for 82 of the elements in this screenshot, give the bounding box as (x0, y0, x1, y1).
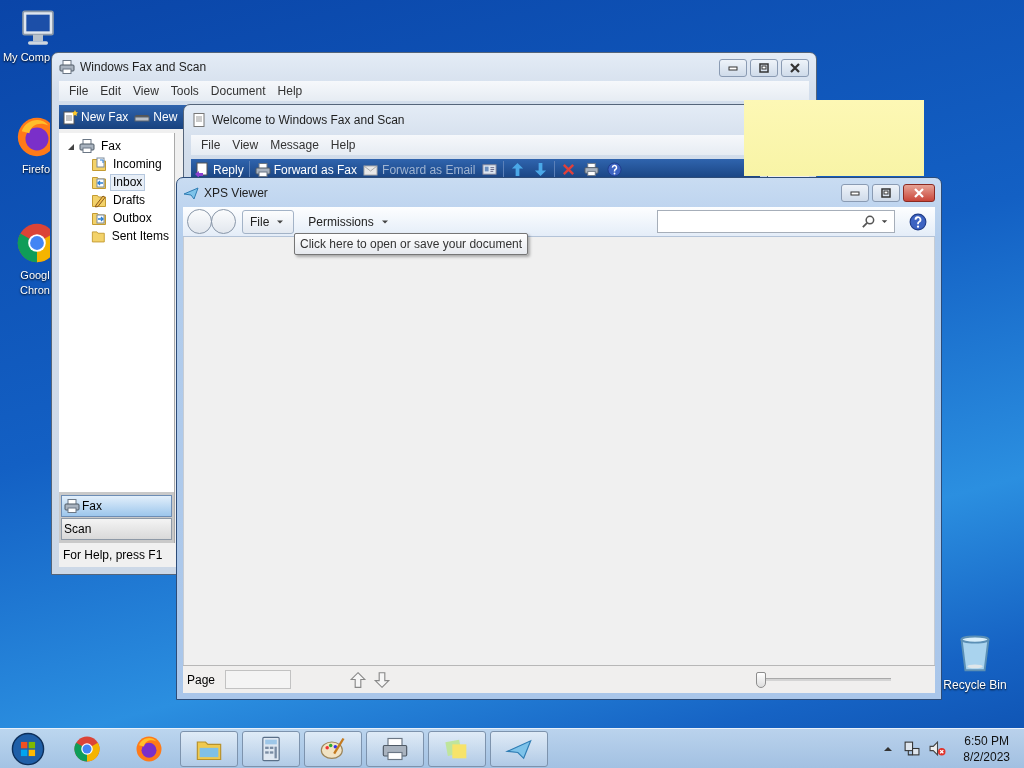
window-title: Windows Fax and Scan (80, 59, 207, 76)
tree-item[interactable]: Fax (98, 137, 124, 155)
maximize-button[interactable] (872, 184, 900, 202)
tree-item[interactable]: Drafts (110, 191, 148, 209)
folder-icon (91, 174, 107, 190)
taskbar-button[interactable] (180, 730, 238, 767)
taskbar-button[interactable] (428, 730, 486, 767)
menu-item[interactable]: Message (264, 136, 325, 154)
start-orb-icon[interactable] (11, 731, 45, 766)
nav-button[interactable]: Scan (61, 518, 172, 540)
close-icon (788, 61, 802, 75)
search-icon (861, 214, 876, 229)
window-title: XPS Viewer (204, 184, 268, 202)
back-button[interactable] (187, 209, 212, 234)
menu-item[interactable]: Help (324, 136, 362, 154)
menu-item[interactable]: File (63, 82, 95, 100)
tree-item[interactable]: Inbox (110, 173, 146, 191)
down-arrow-icon[interactable] (373, 670, 392, 689)
toolbar-button[interactable]: New (131, 108, 181, 126)
minimize-button[interactable] (719, 59, 747, 77)
folder-icon (91, 192, 107, 208)
tree-item[interactable]: Incoming (110, 155, 165, 173)
folder-icon (91, 156, 107, 172)
printer-icon (79, 138, 95, 154)
close-button[interactable] (903, 184, 935, 202)
help-icon[interactable] (909, 212, 927, 231)
window-title: Welcome to Windows Fax and Scan (212, 112, 405, 129)
menu-item[interactable]: File (195, 136, 227, 154)
nav-button[interactable]: Fax (61, 495, 172, 517)
printer-icon (254, 161, 271, 178)
muted-speaker-icon[interactable] (929, 740, 947, 757)
menu-item[interactable]: View (127, 82, 165, 100)
folder-icon (91, 228, 106, 244)
icon-label[interactable]: My Comp (2, 50, 50, 65)
clock-date[interactable]: 8/2/2023 (963, 748, 1010, 765)
close-button[interactable] (781, 59, 809, 77)
maximize-icon (879, 186, 893, 200)
page-label: Page (187, 671, 216, 689)
printer-icon (59, 59, 75, 75)
icon-label[interactable]: Firefo (21, 162, 50, 177)
menu-item[interactable]: Edit (94, 82, 128, 100)
menu-item[interactable]: Help (271, 82, 309, 100)
down-arrow-icon[interactable] (533, 162, 549, 177)
up-arrow-icon[interactable] (349, 670, 368, 689)
status-text: For Help, press F1 (63, 547, 163, 564)
printer-icon (64, 498, 80, 514)
printer-icon[interactable] (584, 162, 600, 177)
maximize-button[interactable] (750, 59, 778, 77)
menu-button[interactable]: Permissions (300, 209, 399, 234)
up-arrow-icon[interactable] (510, 162, 526, 177)
tooltip: Click here to open or save your document (294, 233, 529, 255)
taskbar-button[interactable] (242, 730, 300, 767)
tree-item[interactable]: Sent Items (108, 227, 172, 245)
reply-icon (194, 161, 210, 178)
menu-item[interactable]: Tools (164, 82, 205, 100)
taskbar-button[interactable] (490, 730, 548, 767)
close-icon (912, 186, 926, 200)
icon-label[interactable]: Googl Chron (20, 268, 50, 298)
zoom-slider[interactable] (756, 670, 891, 689)
forward-button[interactable] (211, 209, 236, 234)
paper-plane-icon (183, 184, 199, 201)
folder-icon (91, 210, 107, 226)
icon-label[interactable]: Recycle Bin (943, 678, 1007, 693)
menu-item[interactable]: View (226, 136, 265, 154)
minimize-button[interactable] (841, 184, 869, 202)
clock-time[interactable]: 6:50 PM (964, 732, 1009, 749)
contact-card-icon[interactable] (482, 162, 498, 177)
tree-item[interactable]: Outbox (110, 209, 155, 227)
menu-button[interactable]: File (242, 209, 295, 234)
document-icon (191, 112, 207, 128)
taskbar-button[interactable] (366, 730, 424, 767)
toolbar-button[interactable]: Reply (191, 160, 247, 179)
network-icon[interactable] (903, 740, 921, 757)
toolbar-button[interactable]: Forward as Fax (251, 160, 361, 179)
search-field[interactable] (657, 210, 895, 233)
page-field[interactable] (225, 670, 292, 689)
menu-item[interactable]: Document (204, 82, 272, 100)
help-icon[interactable] (607, 162, 623, 177)
taskbar-button[interactable] (304, 730, 362, 767)
maximize-icon (757, 61, 771, 75)
new-document-icon (62, 109, 78, 125)
toolbar-button[interactable]: New Fax (59, 108, 132, 126)
